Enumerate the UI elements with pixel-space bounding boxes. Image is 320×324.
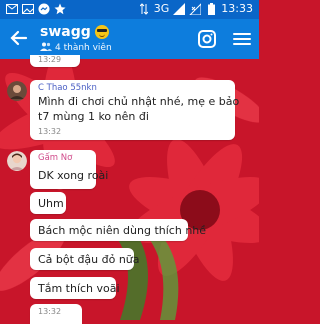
message-time: 13:32 xyxy=(38,307,62,316)
messenger-icon xyxy=(38,3,50,15)
camera-icon[interactable] xyxy=(196,28,218,50)
group-title[interactable]: swagg xyxy=(40,24,109,40)
message-bubble[interactable]: Cả bột đậu đỏ nữa xyxy=(30,248,140,270)
message-bubble[interactable]: 13:32 xyxy=(30,304,82,324)
member-count-label: 4 thành viên xyxy=(55,43,112,53)
message-text: Uhm xyxy=(38,197,64,210)
message-bubble[interactable]: Gấm Nơ DK xong roài xyxy=(30,150,108,189)
avatar[interactable] xyxy=(7,81,27,101)
message-bubble[interactable]: Uhm xyxy=(30,192,66,214)
message-time: 13:32 xyxy=(38,127,62,136)
message-text: Mình đi chơi chủ nhật nhé, mẹ e bảo xyxy=(38,95,240,108)
message-text: Bách mộc niên dùng thích nhề xyxy=(38,224,207,237)
member-count[interactable]: 4 thành viên xyxy=(40,42,112,54)
sender-name: Gấm Nơ xyxy=(38,153,73,163)
mail-icon xyxy=(6,3,18,15)
avatar[interactable] xyxy=(7,151,27,171)
members-icon xyxy=(40,42,52,54)
message-text: DK xong roài xyxy=(38,169,109,182)
app-bar: swagg 4 thành viên xyxy=(0,19,259,59)
signal-icon xyxy=(173,2,186,15)
network-type: 3G xyxy=(153,2,170,15)
group-name: swagg xyxy=(40,24,91,40)
gallery-icon xyxy=(22,3,34,15)
message-bubble[interactable]: 13:29 xyxy=(30,55,80,67)
back-arrow-icon[interactable] xyxy=(8,27,30,49)
status-bar: 3G 13:33 xyxy=(0,0,259,19)
chat-message-list[interactable]: 13:29 C Thao 55nkn Mình đi chơi chủ nhật… xyxy=(0,55,259,324)
message-bubble[interactable]: C Thao 55nkn Mình đi chơi chủ nhật nhé, … xyxy=(30,80,239,140)
message-time: 13:29 xyxy=(38,55,62,64)
message-text: Tắm thích voãi xyxy=(38,282,120,295)
clock: 13:33 xyxy=(221,2,253,15)
message-text: Cả bột đậu đỏ nữa xyxy=(38,253,140,266)
battery-icon xyxy=(205,2,217,15)
no-sim-icon xyxy=(189,2,202,15)
sender-name: C Thao 55nkn xyxy=(38,83,97,93)
menu-icon[interactable] xyxy=(231,28,253,50)
message-bubble[interactable]: Tắm thích voãi xyxy=(30,277,120,299)
sunglasses-emoji-icon xyxy=(94,25,109,39)
star-icon xyxy=(54,3,66,15)
message-bubble[interactable]: Bách mộc niên dùng thích nhề xyxy=(30,219,206,241)
message-text: t7 mùng 1 ko nên đi xyxy=(38,110,149,123)
data-arrows-icon xyxy=(138,2,150,15)
